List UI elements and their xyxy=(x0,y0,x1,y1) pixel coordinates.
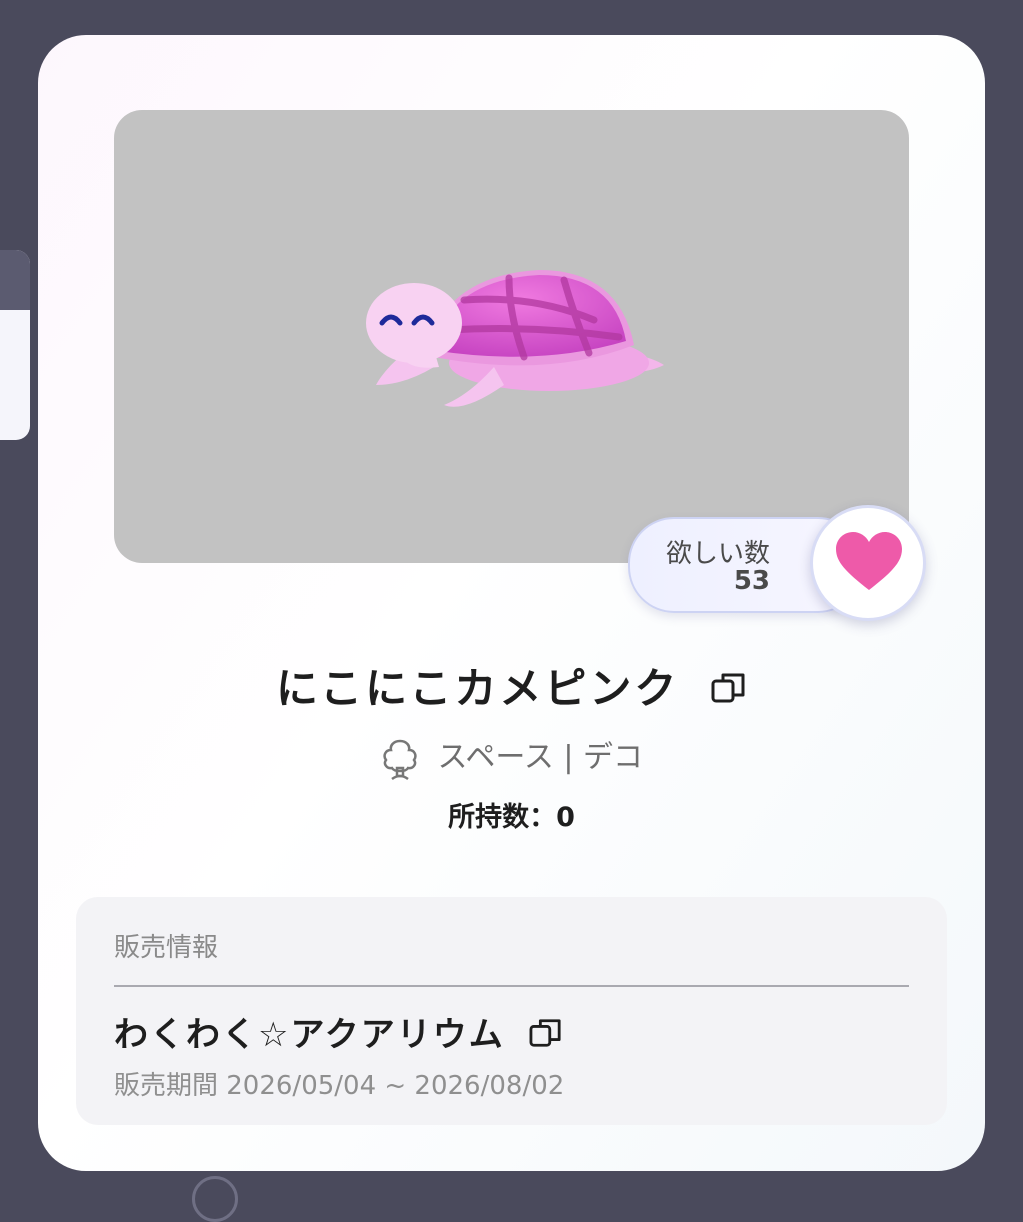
wishlist-widget: 欲しい数 53 xyxy=(628,505,928,621)
item-image-panel xyxy=(114,110,909,563)
wishlist-count: 53 xyxy=(733,566,770,596)
background-list-item xyxy=(80,1172,960,1222)
tree-icon xyxy=(383,739,417,780)
sales-event-row: わくわく☆アクアリウム xyxy=(114,1007,563,1056)
item-detail-modal: 欲しい数 53 にこにこカメピンク スペース | デコ 所持数：0 販売情報 わ… xyxy=(38,35,985,1171)
item-title-row: にこにこカメピンク xyxy=(38,655,985,716)
wishlist-label: 欲しい数 xyxy=(665,539,770,569)
sales-info-header: 販売情報 xyxy=(114,933,219,963)
item-category-row: スペース | デコ xyxy=(38,732,985,781)
heart-icon xyxy=(836,532,902,590)
copy-icon[interactable] xyxy=(711,671,747,705)
wishlist-heart-button[interactable] xyxy=(810,505,926,621)
background-side-card xyxy=(0,250,30,440)
copy-icon[interactable] xyxy=(529,1017,563,1049)
sales-event-name: わくわく☆アクアリウム xyxy=(114,1015,505,1055)
background-side-card-strip xyxy=(0,250,30,310)
item-category: スペース | デコ xyxy=(437,740,644,775)
item-title: にこにこカメピンク xyxy=(276,664,680,713)
item-image-turtle xyxy=(366,270,664,407)
sales-period: 販売期間 2026/05/04 ~ 2026/08/02 xyxy=(114,1071,565,1101)
owned-count: 所持数：0 xyxy=(448,802,575,833)
divider xyxy=(114,985,909,987)
sales-info-panel: 販売情報 わくわく☆アクアリウム 販売期間 2026/05/04 ~ 2026/… xyxy=(76,897,947,1125)
background-icon xyxy=(192,1176,238,1222)
